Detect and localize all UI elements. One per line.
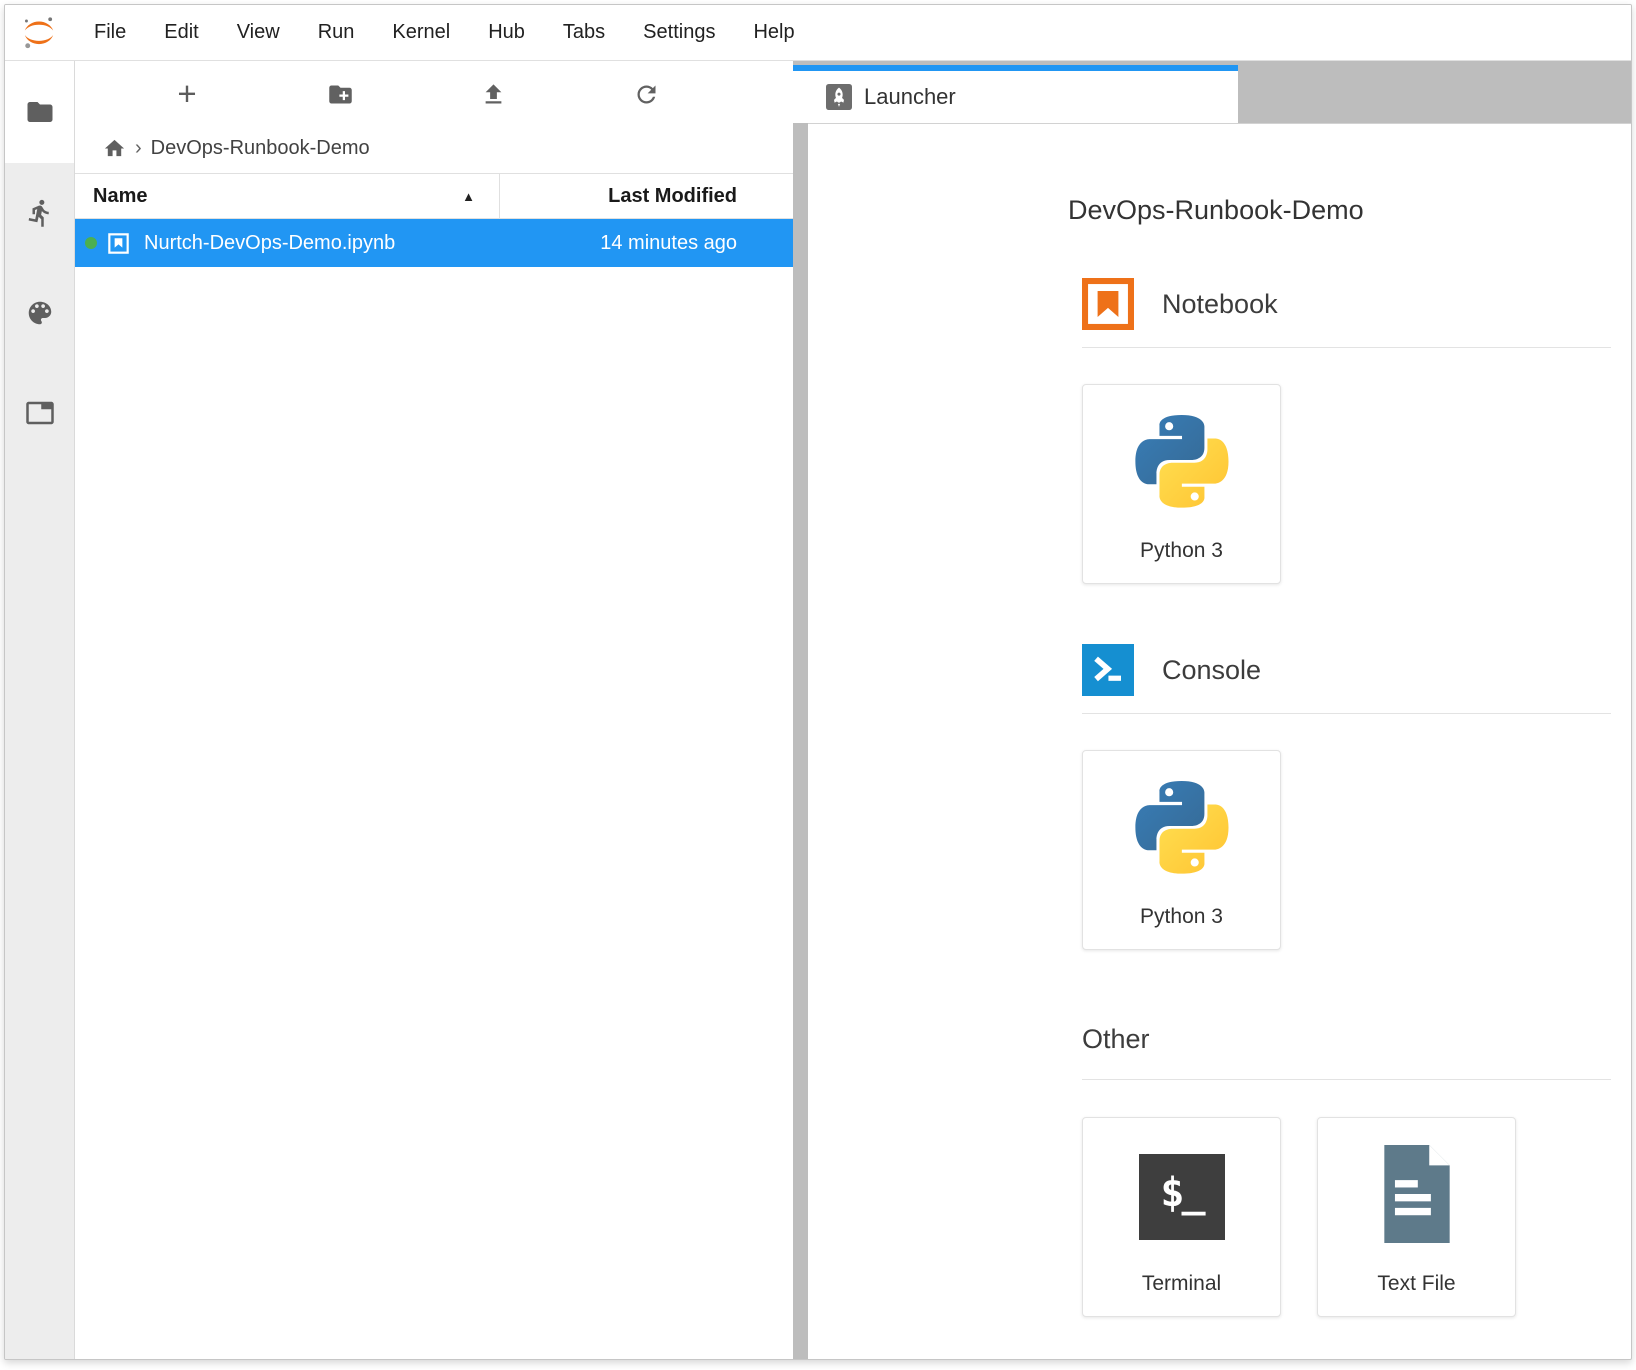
card-label: Terminal	[1142, 1272, 1221, 1296]
column-header-last-modified[interactable]: Last Modified	[500, 174, 793, 218]
tabs-icon	[25, 398, 55, 428]
tab-launcher[interactable]: Launcher	[793, 65, 1238, 123]
dock-tab-bar: Launcher	[793, 61, 1631, 123]
running-man-icon	[25, 198, 55, 228]
python-logo-icon	[1135, 778, 1229, 876]
notebook-file-icon	[106, 231, 131, 256]
section-divider	[1082, 347, 1611, 348]
breadcrumb-separator: ›	[135, 137, 142, 160]
breadcrumb: › DevOps-Runbook-Demo	[75, 123, 793, 173]
breadcrumb-folder[interactable]: DevOps-Runbook-Demo	[151, 137, 370, 160]
terminal-icon: $_	[1139, 1154, 1225, 1240]
menu-items: FileEditViewRunKernelHubTabsSettingsHelp	[75, 5, 814, 60]
main-dock: Launcher DevOps-Runbook-Demo Noteboo	[793, 61, 1631, 1359]
card-label: Python 3	[1140, 539, 1223, 563]
launcher-rocket-icon	[826, 84, 852, 110]
menu-settings[interactable]: Settings	[624, 5, 734, 60]
launcher-card-console-python3[interactable]: Python 3	[1082, 750, 1281, 950]
palette-icon	[25, 298, 55, 328]
new-folder-icon	[327, 81, 354, 108]
menu-file[interactable]: File	[75, 5, 145, 60]
file-row-notebook[interactable]: Nurtch-DevOps-Demo.ipynb 14 minutes ago	[75, 219, 793, 267]
file-name: Nurtch-DevOps-Demo.ipynb	[144, 232, 395, 255]
new-launcher-button[interactable]: +	[172, 79, 202, 109]
menu-hub[interactable]: Hub	[469, 5, 544, 60]
menu-bar: FileEditViewRunKernelHubTabsSettingsHelp	[5, 5, 1631, 61]
column-header-name[interactable]: Name ▲	[75, 174, 500, 218]
console-blue-icon	[1082, 644, 1136, 696]
menu-kernel[interactable]: Kernel	[373, 5, 469, 60]
launcher-section-notebook: Notebook	[1082, 278, 1611, 584]
launcher-section-console: Console	[1082, 644, 1611, 950]
file-list-header: Name ▲ Last Modified	[75, 173, 793, 219]
sidebar-tab-running-sessions[interactable]	[5, 163, 74, 263]
tab-launcher-label: Launcher	[864, 84, 956, 110]
menu-edit[interactable]: Edit	[145, 5, 217, 60]
folder-icon	[25, 97, 55, 127]
file-browser-panel: + › DevOps-Runbook-Demo Name	[75, 61, 793, 1359]
menu-run[interactable]: Run	[299, 5, 374, 60]
refresh-icon	[633, 81, 660, 108]
launcher-panel: DevOps-Runbook-Demo Notebook	[808, 123, 1631, 1359]
file-last-modified: 14 minutes ago	[600, 232, 793, 255]
card-label: Python 3	[1140, 905, 1223, 929]
plus-icon: +	[177, 80, 196, 108]
sidebar-tab-filebrowser[interactable]	[5, 61, 74, 163]
launcher-section-other: Other $_ Terminal	[1082, 1024, 1611, 1317]
card-label: Text File	[1377, 1272, 1455, 1296]
text-file-icon	[1375, 1145, 1459, 1243]
jupyter-logo	[19, 13, 59, 53]
new-folder-button[interactable]	[325, 79, 355, 109]
home-icon[interactable]	[103, 137, 126, 160]
section-divider	[1082, 713, 1611, 714]
notebook-orange-icon	[1082, 278, 1136, 330]
launcher-card-terminal[interactable]: $_ Terminal	[1082, 1117, 1281, 1317]
section-label-notebook: Notebook	[1162, 289, 1278, 320]
launcher-title: DevOps-Runbook-Demo	[1068, 194, 1611, 226]
menu-view[interactable]: View	[218, 5, 299, 60]
sort-ascending-icon: ▲	[462, 189, 475, 204]
sidebar-tab-command-palette[interactable]	[5, 263, 74, 363]
upload-button[interactable]	[479, 79, 509, 109]
menu-help[interactable]: Help	[734, 5, 813, 60]
kernel-running-dot	[85, 237, 97, 249]
sidebar-tab-open-tabs[interactable]	[5, 363, 74, 463]
section-label-other: Other	[1082, 1024, 1150, 1055]
launcher-card-text-file[interactable]: Text File	[1317, 1117, 1516, 1317]
python-logo-icon	[1135, 412, 1229, 510]
menu-tabs[interactable]: Tabs	[544, 5, 624, 60]
launcher-card-notebook-python3[interactable]: Python 3	[1082, 384, 1281, 584]
refresh-button[interactable]	[632, 79, 662, 109]
section-divider	[1082, 1079, 1611, 1080]
jupyterlab-window: FileEditViewRunKernelHubTabsSettingsHelp…	[4, 4, 1632, 1360]
app-body: + › DevOps-Runbook-Demo Name	[5, 61, 1631, 1359]
section-label-console: Console	[1162, 655, 1261, 686]
activity-bar	[5, 61, 75, 1359]
file-browser-toolbar: +	[75, 61, 793, 123]
upload-icon	[480, 81, 507, 108]
